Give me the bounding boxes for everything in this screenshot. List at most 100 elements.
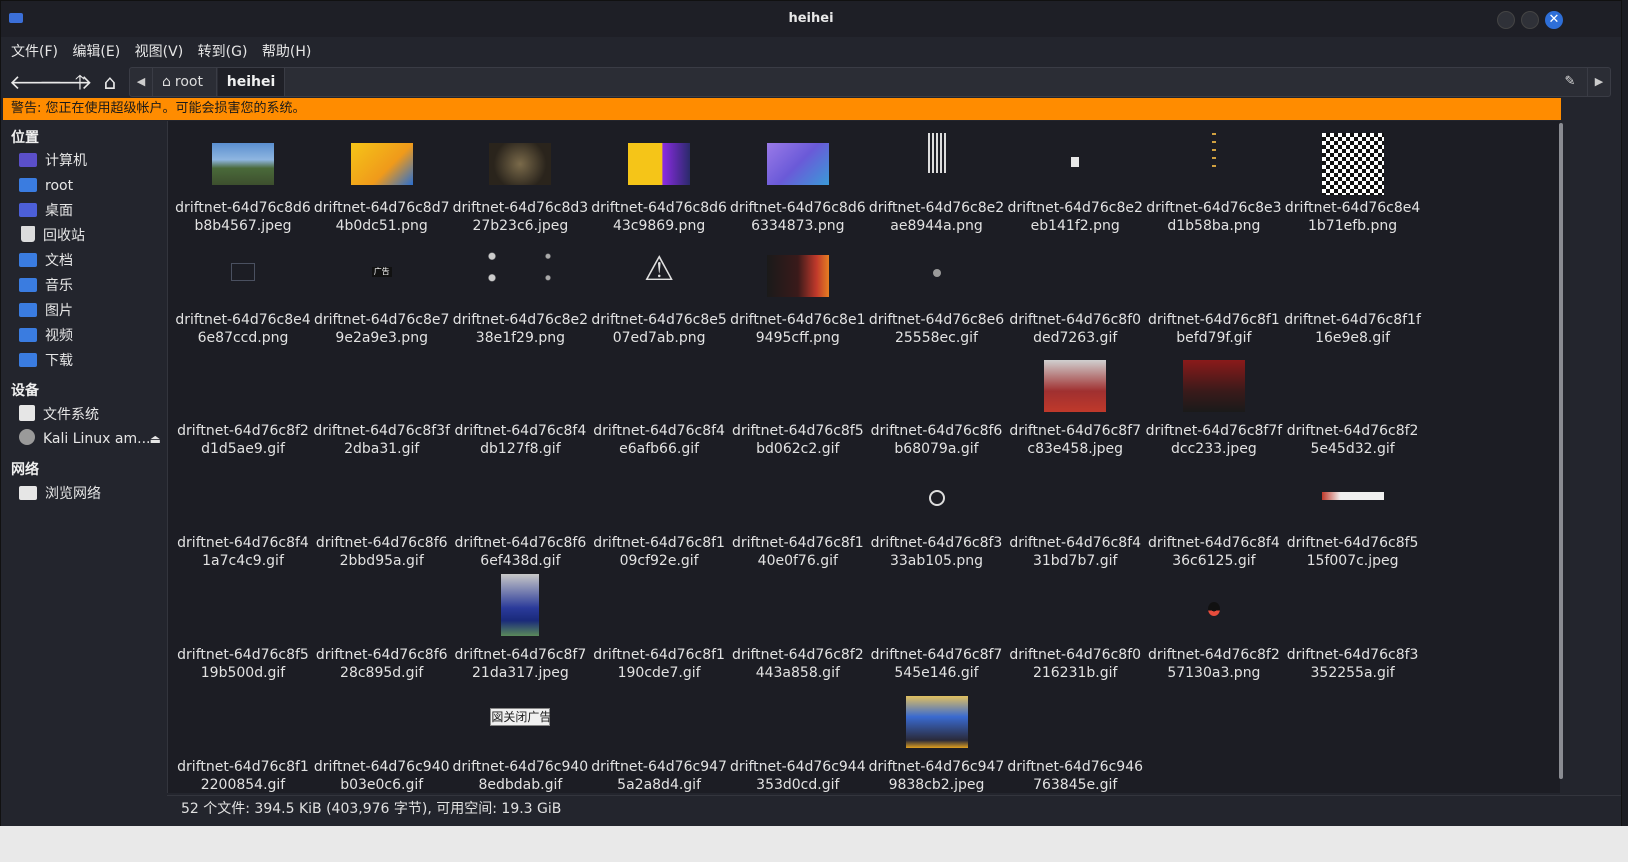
file-item[interactable]: driftnet-64d76c8f2443a858.gif [729,574,867,682]
file-item[interactable]: driftnet-64d76c8e2ae8944a.png [868,127,1006,235]
file-item[interactable]: driftnet-64d76c8d66334873.png [729,127,867,235]
file-item[interactable]: driftnet-64d76c8f66ef438d.gif [451,462,589,570]
file-item[interactable]: driftnet-64d76c8f4e6afb66.gif [590,350,728,458]
file-item[interactable]: driftnet-64d76c8f4db127f8.gif [451,350,589,458]
file-thumbnail [729,686,867,752]
file-item[interactable]: driftnet-64d76c8f3352255a.gif [1284,574,1422,682]
sidebar-item-downloads[interactable]: 下载 [19,350,165,372]
file-item[interactable]: driftnet-64d76c8d643c9869.png [590,127,728,235]
file-name: driftnet-64d76c8d66334873.png [729,200,866,234]
minimize-button[interactable] [1497,11,1515,29]
file-item[interactable]: driftnet-64d76c8f519b500d.gif [174,574,312,682]
file-item[interactable]: 广告 driftnet-64d76c8e79e2a9e3.png [313,239,451,347]
file-item[interactable]: driftnet-64d76c9475a2a8d4.gif [590,686,728,794]
sidebar-item-pictures[interactable]: 图片 [19,300,165,322]
sidebar-item-videos[interactable]: 视频 [19,325,165,347]
menu-bar: 文件(F) 编辑(E) 视图(V) 转到(G) 帮助(H) [1,37,1621,67]
file-name: driftnet-64d76c8f0216231b.gif [1009,646,1142,681]
file-item[interactable]: driftnet-64d76c8f257130a3.png [1145,574,1283,682]
file-item[interactable]: driftnet-64d76c946763845e.gif [1006,686,1144,794]
file-name: driftnet-64d76c8d6b8b4567.jpeg [175,200,311,234]
file-thumbnail [590,686,728,752]
menu-go[interactable]: 转到(G) [198,37,248,67]
file-item[interactable]: driftnet-64d76c8f5bd062c2.gif [729,350,867,458]
file-item[interactable]: driftnet-64d76c940b03e0c6.gif [313,686,451,794]
photo-dark-image [489,143,552,185]
file-item[interactable]: driftnet-64d76c8e46e87ccd.png [174,239,312,347]
file-item[interactable]: driftnet-64d76c944353d0cd.gif [729,686,867,794]
file-item[interactable]: driftnet-64d76c8f12200854.gif [174,686,312,794]
back-button[interactable]: 🡐 [9,71,63,93]
sidebar-item-filesystem[interactable]: 文件系统 [19,404,165,426]
file-name: driftnet-64d76c8d327b23c6.jpeg [452,200,589,234]
file-view: driftnet-64d76c8d6b8b4567.jpeg driftnet-6… [167,121,1560,793]
file-item[interactable]: driftnet-64d76c8e625558ec.gif [868,239,1006,347]
file-item[interactable]: driftnet-64d76c8f0ded7263.gif [1006,239,1144,347]
file-item[interactable]: driftnet-64d76c8d74b0dc51.png [313,127,451,235]
home-button[interactable]: ⌂ [99,71,121,93]
ad-badge-image: 广告 [371,266,392,277]
file-item[interactable]: ⚠ driftnet-64d76c8e507ed7ab.png [590,239,728,347]
file-item[interactable]: driftnet-64d76c9479838cb2.jpeg [868,686,1006,794]
file-item[interactable]: driftnet-64d76c8f2d1d5ae9.gif [174,350,312,458]
file-item[interactable]: driftnet-64d76c8f7545e146.gif [868,574,1006,682]
file-name: driftnet-64d76c8f62bbd95a.gif [315,535,448,570]
file-name: driftnet-64d76c8e41b71efb.png [1284,200,1421,234]
file-item[interactable]: driftnet-64d76c8f721da317.jpeg [451,573,589,682]
file-item[interactable]: driftnet-64d76c8e3d1b58ba.png [1145,127,1283,235]
sidebar-item-documents[interactable]: 文档 [19,250,165,272]
eject-icon[interactable]: ⏏ [150,428,161,450]
menu-file[interactable]: 文件(F) [11,37,58,67]
sidebar-item-trash[interactable]: 回收站 [19,225,165,247]
file-item[interactable]: driftnet-64d76c8f62bbd95a.gif [313,462,451,570]
menu-view[interactable]: 视图(V) [135,37,184,67]
sidebar-item-root[interactable]: root [19,175,165,197]
file-item[interactable]: driftnet-64d76c8f1befd79f.gif [1145,239,1283,347]
sidebar-item-music[interactable]: 音乐 [19,275,165,297]
file-thumbnail [174,239,312,305]
file-item[interactable]: driftnet-64d76c8f333ab105.png [868,462,1006,570]
file-item[interactable]: driftnet-64d76c8e41b71efb.png [1284,127,1422,235]
file-item[interactable]: driftnet-64d76c8f431bd7b7.gif [1006,462,1144,570]
forward-button[interactable]: 🡒 [39,71,93,93]
file-item[interactable]: driftnet-64d76c8d327b23c6.jpeg [451,127,589,235]
edit-path-button[interactable]: ✎ [1558,68,1582,96]
sidebar-item-kali-disc[interactable]: Kali Linux am... ⏏ [19,428,165,450]
maximize-button[interactable] [1521,11,1539,29]
file-item[interactable]: driftnet-64d76c8f6b68079a.gif [868,350,1006,458]
file-thumbnail [1145,462,1283,528]
file-item[interactable]: 図关闭广告 driftnet-64d76c9408edbdab.gif [451,686,589,794]
file-item[interactable]: driftnet-64d76c8f436c6125.gif [1145,462,1283,570]
path-scroll-left-button[interactable]: ◀ [130,68,153,96]
file-thumbnail [1006,574,1144,640]
file-item[interactable]: driftnet-64d76c8e19495cff.png [729,239,867,347]
file-item[interactable]: driftnet-64d76c8f140e0f76.gif [729,462,867,570]
sidebar-item-browse-network[interactable]: 浏览网络 [19,483,165,505]
up-button[interactable]: 🡑 [69,71,91,93]
sidebar-item-computer[interactable]: 计算机 [19,150,165,172]
path-scroll-right-button[interactable]: ▶ [1587,68,1610,96]
file-item[interactable]: driftnet-64d76c8f25e45d32.gif [1284,350,1422,458]
close-button[interactable]: ✕ [1545,11,1563,29]
file-item[interactable]: driftnet-64d76c8f7c83e458.jpeg [1006,350,1144,458]
breadcrumb-current[interactable]: heihei [218,68,285,96]
menu-help[interactable]: 帮助(H) [262,37,311,67]
file-item[interactable]: driftnet-64d76c8e238e1f29.png [451,239,589,347]
file-item[interactable]: driftnet-64d76c8f515f007c.jpeg [1284,462,1422,570]
file-item[interactable]: driftnet-64d76c8f109cf92e.gif [590,462,728,570]
file-item[interactable]: driftnet-64d76c8f7fdcc233.jpeg [1145,350,1283,458]
file-item[interactable]: driftnet-64d76c8f628c895d.gif [313,574,451,682]
file-item[interactable]: driftnet-64d76c8e2eb141f2.png [1006,127,1144,235]
file-item[interactable]: driftnet-64d76c8f0216231b.gif [1006,574,1144,682]
menu-edit[interactable]: 编辑(E) [72,37,120,67]
breadcrumb-root[interactable]: ⌂ root [154,68,217,96]
sidebar-item-desktop[interactable]: 桌面 [19,200,165,222]
tiny-pattern-image [927,133,946,173]
file-item[interactable]: driftnet-64d76c8f1f16e9e8.gif [1284,239,1422,347]
file-item[interactable]: driftnet-64d76c8f41a7c4c9.gif [174,462,312,570]
file-item[interactable]: driftnet-64d76c8f1190cde7.gif [590,574,728,682]
vertical-scrollbar[interactable] [1559,123,1563,779]
triangle-right-icon: ▶ [1594,75,1604,88]
file-item[interactable]: driftnet-64d76c8d6b8b4567.jpeg [174,127,312,235]
file-item[interactable]: driftnet-64d76c8f3f2dba31.gif [313,350,451,458]
